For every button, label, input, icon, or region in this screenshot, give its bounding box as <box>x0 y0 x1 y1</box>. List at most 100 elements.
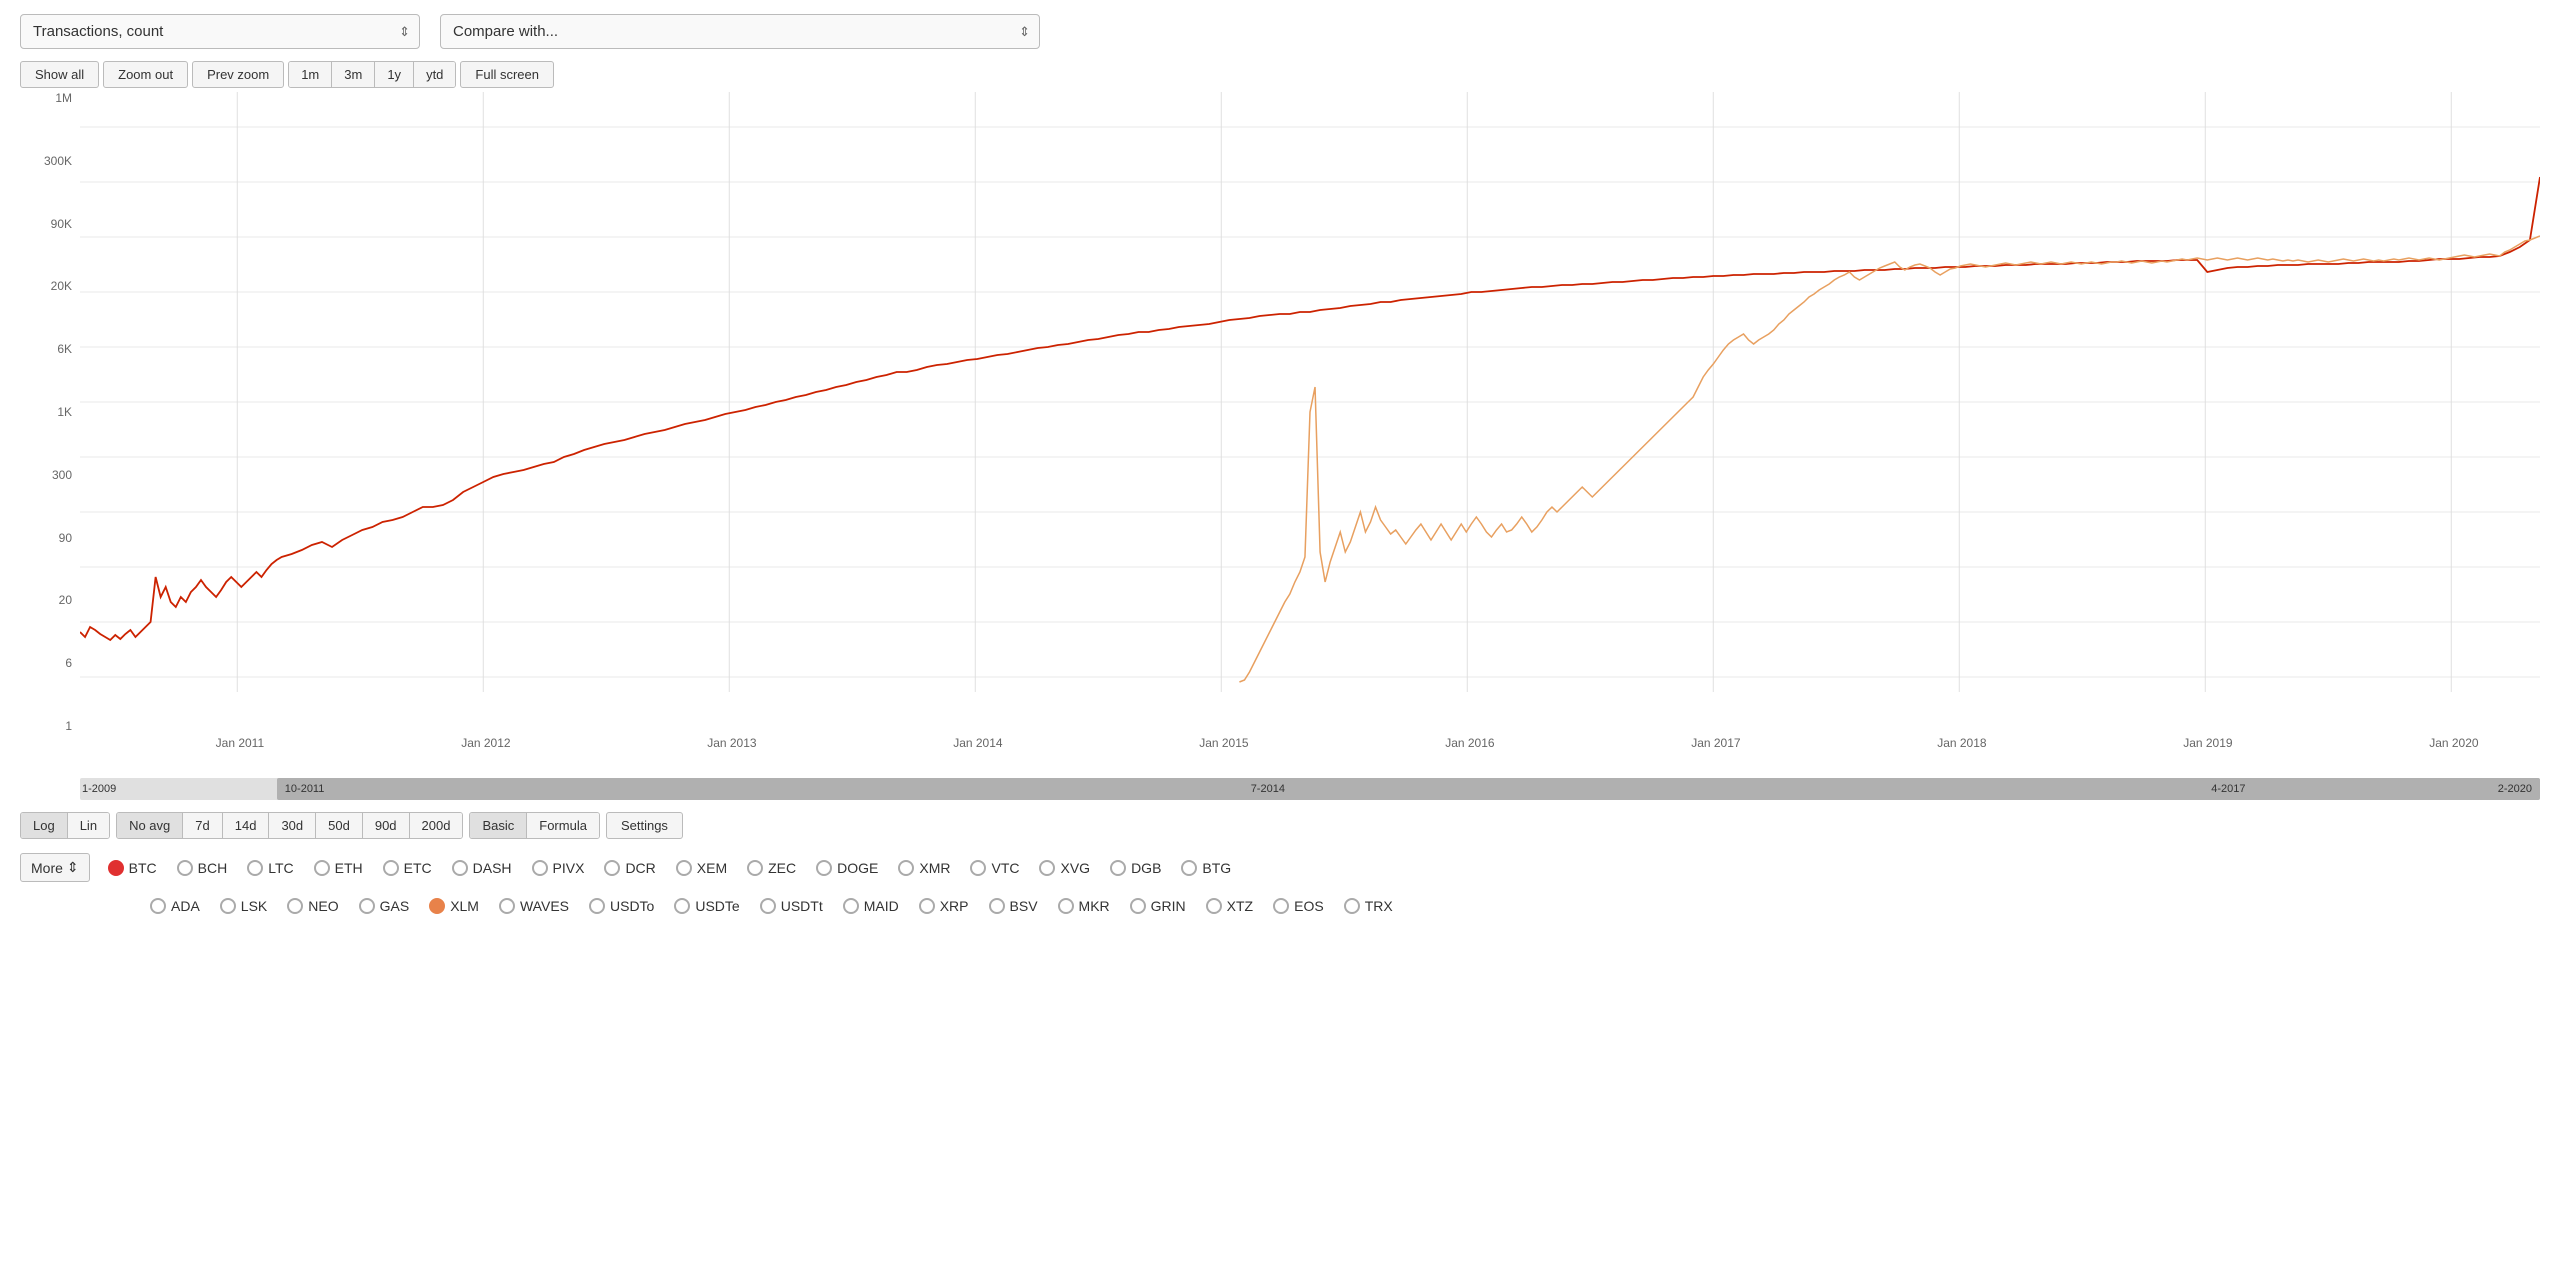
metric-dropdown[interactable]: Transactions, count <box>20 14 420 49</box>
lsk-radio[interactable] <box>220 898 236 914</box>
chart-svg[interactable] <box>80 92 2540 732</box>
90d-button[interactable]: 90d <box>363 813 410 838</box>
zoom-out-button[interactable]: Zoom out <box>103 61 188 88</box>
period-1y-button[interactable]: 1y <box>375 62 414 87</box>
lin-button[interactable]: Lin <box>68 813 109 838</box>
x-label-2011: Jan 2011 <box>216 736 265 750</box>
full-screen-button[interactable]: Full screen <box>460 61 554 88</box>
xem-radio[interactable] <box>676 860 692 876</box>
coin-dcr[interactable]: DCR <box>594 856 665 880</box>
gas-radio[interactable] <box>359 898 375 914</box>
waves-radio[interactable] <box>499 898 515 914</box>
y-label-1k: 1K <box>57 406 72 418</box>
14d-button[interactable]: 14d <box>223 813 270 838</box>
coin-btc[interactable]: BTC <box>98 856 167 880</box>
coin-trx[interactable]: TRX <box>1334 894 1403 918</box>
pivx-radio[interactable] <box>532 860 548 876</box>
coin-bsv[interactable]: BSV <box>979 894 1048 918</box>
coin-usdtt[interactable]: USDTt <box>750 894 833 918</box>
coin-etc[interactable]: ETC <box>373 856 442 880</box>
coin-lsk[interactable]: LSK <box>210 894 277 918</box>
range-bar[interactable]: 1-2009 10-2011 7-2014 4-2017 2-2020 <box>80 778 2540 800</box>
x-label-2015: Jan 2015 <box>1199 736 1248 750</box>
show-all-button[interactable]: Show all <box>20 61 99 88</box>
coin-gas[interactable]: GAS <box>349 894 420 918</box>
coin-xvg[interactable]: XVG <box>1029 856 1100 880</box>
coin-pivx[interactable]: PIVX <box>522 856 595 880</box>
log-button[interactable]: Log <box>21 813 68 838</box>
grin-radio[interactable] <box>1130 898 1146 914</box>
dcr-radio[interactable] <box>604 860 620 876</box>
usdtt-radio[interactable] <box>760 898 776 914</box>
trx-radio[interactable] <box>1344 898 1360 914</box>
compare-dropdown-wrapper: Compare with... <box>440 14 1040 49</box>
btg-radio[interactable] <box>1181 860 1197 876</box>
coin-grin[interactable]: GRIN <box>1120 894 1196 918</box>
range-end-label: 2-2020 <box>2498 783 2532 795</box>
coin-xmr[interactable]: XMR <box>888 856 960 880</box>
bsv-radio[interactable] <box>989 898 1005 914</box>
coin-xtz[interactable]: XTZ <box>1196 894 1263 918</box>
coin-eos[interactable]: EOS <box>1263 894 1334 918</box>
50d-button[interactable]: 50d <box>316 813 363 838</box>
coin-btg[interactable]: BTG <box>1171 856 1241 880</box>
etc-radio[interactable] <box>383 860 399 876</box>
xmr-radio[interactable] <box>898 860 914 876</box>
compare-dropdown[interactable]: Compare with... <box>440 14 1040 49</box>
neo-radio[interactable] <box>287 898 303 914</box>
prev-zoom-button[interactable]: Prev zoom <box>192 61 284 88</box>
doge-radio[interactable] <box>816 860 832 876</box>
coin-ada[interactable]: ADA <box>140 894 210 918</box>
30d-button[interactable]: 30d <box>269 813 316 838</box>
dash-radio[interactable] <box>452 860 468 876</box>
coin-xlm[interactable]: XLM <box>419 894 489 918</box>
coin-usdto[interactable]: USDTo <box>579 894 664 918</box>
mkr-radio[interactable] <box>1058 898 1074 914</box>
dgb-radio[interactable] <box>1110 860 1126 876</box>
period-3m-button[interactable]: 3m <box>332 62 375 87</box>
zec-label: ZEC <box>768 860 796 876</box>
basic-button[interactable]: Basic <box>470 813 527 838</box>
xrp-radio[interactable] <box>919 898 935 914</box>
period-1m-button[interactable]: 1m <box>289 62 332 87</box>
coin-usdte[interactable]: USDTe <box>664 894 749 918</box>
usdto-radio[interactable] <box>589 898 605 914</box>
chart-area: 1M 300K 90K 20K 6K 1K 300 90 20 6 1 <box>20 92 2540 772</box>
coin-eth[interactable]: ETH <box>304 856 373 880</box>
200d-button[interactable]: 200d <box>410 813 463 838</box>
usdte-radio[interactable] <box>674 898 690 914</box>
formula-button[interactable]: Formula <box>527 813 599 838</box>
more-button[interactable]: More ⇕ <box>20 853 90 882</box>
xvg-radio[interactable] <box>1039 860 1055 876</box>
coin-maid[interactable]: MAID <box>833 894 909 918</box>
coin-dash[interactable]: DASH <box>442 856 522 880</box>
range-handle[interactable]: 10-2011 7-2014 4-2017 2-2020 <box>277 778 2540 800</box>
eos-radio[interactable] <box>1273 898 1289 914</box>
eth-radio[interactable] <box>314 860 330 876</box>
pivx-label: PIVX <box>553 860 585 876</box>
coin-xem[interactable]: XEM <box>666 856 737 880</box>
coin-neo[interactable]: NEO <box>277 894 348 918</box>
coin-bch[interactable]: BCH <box>167 856 238 880</box>
zec-radio[interactable] <box>747 860 763 876</box>
settings-button[interactable]: Settings <box>606 812 683 839</box>
coin-vtc[interactable]: VTC <box>960 856 1029 880</box>
bch-radio[interactable] <box>177 860 193 876</box>
7d-button[interactable]: 7d <box>183 813 222 838</box>
coin-doge[interactable]: DOGE <box>806 856 888 880</box>
coin-mkr[interactable]: MKR <box>1048 894 1120 918</box>
vtc-radio[interactable] <box>970 860 986 876</box>
xtz-radio[interactable] <box>1206 898 1222 914</box>
ada-radio[interactable] <box>150 898 166 914</box>
btc-radio[interactable] <box>108 860 124 876</box>
xlm-radio[interactable] <box>429 898 445 914</box>
coin-zec[interactable]: ZEC <box>737 856 806 880</box>
ltc-radio[interactable] <box>247 860 263 876</box>
maid-radio[interactable] <box>843 898 859 914</box>
coin-xrp[interactable]: XRP <box>909 894 979 918</box>
no-avg-button[interactable]: No avg <box>117 813 183 838</box>
period-ytd-button[interactable]: ytd <box>414 62 455 87</box>
coin-waves[interactable]: WAVES <box>489 894 579 918</box>
coin-ltc[interactable]: LTC <box>237 856 303 880</box>
coin-dgb[interactable]: DGB <box>1100 856 1171 880</box>
